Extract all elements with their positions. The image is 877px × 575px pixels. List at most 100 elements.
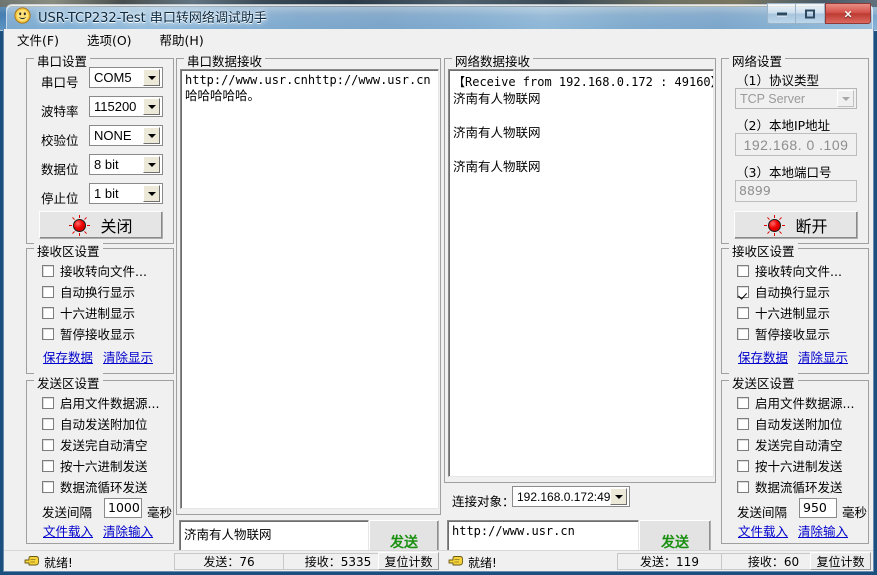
baud-rate-label: 波特率 xyxy=(41,101,79,120)
chevron-down-icon[interactable] xyxy=(143,98,160,115)
chevron-down-icon[interactable] xyxy=(143,69,160,86)
network-send-interval-input[interactable]: 950 xyxy=(799,498,837,518)
serial-receive-textarea[interactable]: http://www.usr.cnhttp://www.usr.cn 哈哈哈哈哈… xyxy=(180,69,439,509)
network-data-receive-caption: 网络数据接收 xyxy=(452,51,533,70)
serial-send-interval-input[interactable]: 1000 xyxy=(104,498,142,518)
connection-target-combo[interactable]: 192.168.0.172:4916 xyxy=(512,486,630,507)
network-disconnect-button-label: 断开 xyxy=(795,213,827,237)
chevron-down-icon[interactable] xyxy=(143,185,160,202)
serial-send-settings-caption: 发送区设置 xyxy=(34,373,103,392)
network-send-autoclear-checkbox[interactable]: 发送完自动清空 xyxy=(737,435,843,454)
checkbox-box xyxy=(737,328,749,340)
network-send-autoappend-checkbox[interactable]: 自动发送附加位 xyxy=(737,414,843,433)
network-receive-line: 济南有人物联网 xyxy=(453,124,709,141)
minimize-button[interactable] xyxy=(767,3,796,24)
network-recv-autowrap-checkbox[interactable]: 自动换行显示 xyxy=(737,282,830,301)
checkbox-label: 十六进制显示 xyxy=(60,303,135,322)
network-send-loop-checkbox[interactable]: 数据流循环发送 xyxy=(737,477,843,496)
protocol-type-value: TCP Server xyxy=(736,92,837,106)
network-send-text: http://www.usr.cn xyxy=(452,524,634,538)
network-send-load-file-link[interactable]: 文件载入 xyxy=(738,521,788,540)
menu-item-options[interactable]: 选项(O) xyxy=(84,29,135,50)
network-recv-hex-checkbox[interactable]: 十六进制显示 xyxy=(737,303,830,322)
menu-item-help[interactable]: 帮助(H) xyxy=(157,29,207,50)
serial-recv-hex-checkbox[interactable]: 十六进制显示 xyxy=(42,303,135,322)
right-reset-counter-button[interactable]: 复位计数 xyxy=(810,552,871,570)
chevron-down-icon[interactable] xyxy=(143,127,160,144)
serial-port-label: 串口号 xyxy=(41,72,79,91)
checkbox-label: 自动发送附加位 xyxy=(755,414,843,433)
serial-send-autoclear-checkbox[interactable]: 发送完自动清空 xyxy=(42,435,148,454)
checkbox-label: 自动发送附加位 xyxy=(60,414,148,433)
serial-recv-redirect-file-checkbox[interactable]: 接收转向文件... xyxy=(42,261,147,280)
chevron-down-icon[interactable] xyxy=(143,156,160,173)
left-sent-counter: 发送：76 xyxy=(174,553,284,570)
parity-combo[interactable]: NONE xyxy=(89,125,163,146)
network-data-receive-group: 网络数据接收 【Receive from 192.168.0.172 : 491… xyxy=(444,58,716,483)
serial-recv-clear-display-link[interactable]: 清除显示 xyxy=(103,347,153,366)
application-window: USR-TCP232-Test 串口转网络调试助手 × 文件(F) 选项(O) … xyxy=(0,0,877,575)
checkbox-box xyxy=(737,439,749,451)
network-send-clear-input-link[interactable]: 清除输入 xyxy=(798,521,848,540)
serial-send-filesource-checkbox[interactable]: 启用文件数据源... xyxy=(42,393,159,412)
stop-bits-combo[interactable]: 1 bit xyxy=(89,183,163,204)
left-status-text: 就绪! xyxy=(44,554,139,571)
serial-close-button-label: 关闭 xyxy=(100,213,132,237)
parity-value: NONE xyxy=(90,128,143,143)
protocol-type-combo[interactable]: TCP Server xyxy=(735,88,857,109)
serial-send-text: 济南有人物联网 xyxy=(184,524,364,543)
data-bits-combo[interactable]: 8 bit xyxy=(89,154,163,175)
network-send-filesource-checkbox[interactable]: 启用文件数据源... xyxy=(737,393,854,412)
left-reset-counter-button[interactable]: 复位计数 xyxy=(378,552,439,570)
checkbox-label: 启用文件数据源... xyxy=(60,393,159,412)
network-disconnect-button[interactable]: 断开 xyxy=(734,211,858,239)
network-recv-clear-display-link[interactable]: 清除显示 xyxy=(798,347,848,366)
serial-data-receive-caption: 串口数据接收 xyxy=(184,51,265,70)
network-receive-line: 济南有人物联网 xyxy=(453,90,709,107)
network-recv-settings-caption: 接收区设置 xyxy=(729,241,798,260)
serial-port-combo[interactable]: COM5 xyxy=(89,67,163,88)
serial-send-autoappend-checkbox[interactable]: 自动发送附加位 xyxy=(42,414,148,433)
checkbox-label: 暂停接收显示 xyxy=(755,324,830,343)
chevron-down-icon[interactable] xyxy=(610,488,627,505)
local-port-input[interactable]: 8899 xyxy=(735,180,857,202)
checkbox-box xyxy=(42,439,54,451)
menu-item-file[interactable]: 文件(F) xyxy=(14,29,62,50)
close-button[interactable]: × xyxy=(825,3,871,24)
chevron-down-icon[interactable] xyxy=(837,90,854,107)
checkbox-label: 自动换行显示 xyxy=(60,282,135,301)
smiley-face-icon xyxy=(14,7,31,24)
serial-send-hex-checkbox[interactable]: 按十六进制发送 xyxy=(42,456,148,475)
checkbox-box xyxy=(737,418,749,430)
connection-target-value: 192.168.0.172:4916 xyxy=(513,490,610,504)
data-bits-label: 数据位 xyxy=(41,159,79,178)
checkbox-box xyxy=(737,265,749,277)
serial-close-button[interactable]: 关闭 xyxy=(39,211,163,239)
left-received-counter: 接收：5335 xyxy=(283,553,393,570)
network-recv-redirect-file-checkbox[interactable]: 接收转向文件... xyxy=(737,261,842,280)
network-receive-line: 【Receive from 192.168.0.172 : 49160】: xyxy=(453,73,709,90)
serial-recv-save-data-link[interactable]: 保存数据 xyxy=(43,347,93,366)
network-send-hex-checkbox[interactable]: 按十六进制发送 xyxy=(737,456,843,475)
maximize-button[interactable] xyxy=(796,3,825,24)
stop-bits-label: 停止位 xyxy=(41,188,79,207)
right-status-text: 就绪! xyxy=(468,554,563,571)
network-receive-textarea[interactable]: 【Receive from 192.168.0.172 : 49160】: 济南… xyxy=(448,69,714,477)
local-ip-input[interactable]: 192.168. 0 .109 xyxy=(735,133,857,156)
serial-send-load-file-link[interactable]: 文件载入 xyxy=(43,521,93,540)
pointing-hand-icon xyxy=(24,554,40,568)
baud-rate-combo[interactable]: 115200 xyxy=(89,96,163,117)
serial-send-loop-checkbox[interactable]: 数据流循环发送 xyxy=(42,477,148,496)
network-settings-group: 网络设置 （1）协议类型 TCP Server （2）本地IP地址 192.16… xyxy=(721,58,869,244)
checkbox-label: 启用文件数据源... xyxy=(755,393,854,412)
network-recv-settings-group: 接收区设置 接收转向文件... 自动换行显示 十六进制显示 暂停接收显示 保存数… xyxy=(721,248,869,374)
serial-send-clear-input-link[interactable]: 清除输入 xyxy=(103,521,153,540)
network-recv-save-data-link[interactable]: 保存数据 xyxy=(738,347,788,366)
serial-recv-pause-checkbox[interactable]: 暂停接收显示 xyxy=(42,324,135,343)
network-send-interval-label: 发送间隔 xyxy=(737,502,787,521)
checkbox-label: 十六进制显示 xyxy=(755,303,830,322)
network-recv-pause-checkbox[interactable]: 暂停接收显示 xyxy=(737,324,830,343)
serial-recv-autowrap-checkbox[interactable]: 自动换行显示 xyxy=(42,282,135,301)
checkbox-label: 数据流循环发送 xyxy=(755,477,843,496)
checkbox-label: 按十六进制发送 xyxy=(755,456,843,475)
